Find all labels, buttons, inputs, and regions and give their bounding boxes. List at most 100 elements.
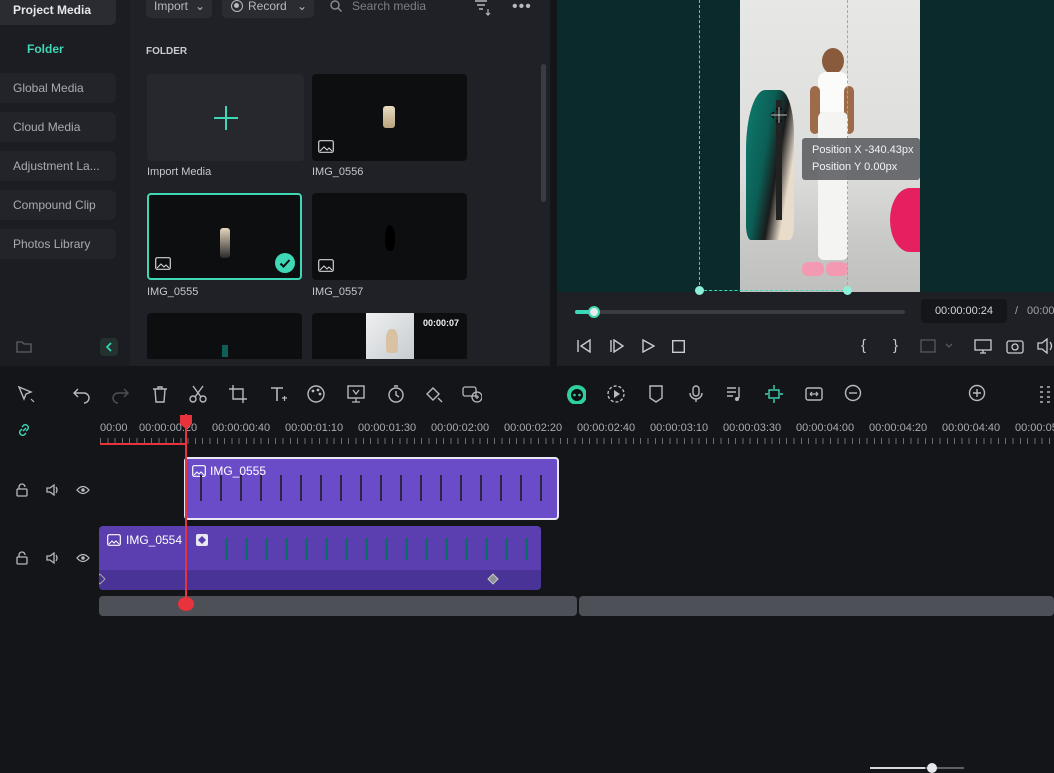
timeline-ruler[interactable]: 00:00 00:00:00:20 00:00:00:40 00:00:01:10 00…: [0, 414, 1054, 446]
media-tile[interactable]: [147, 313, 302, 359]
record-icon: [231, 0, 243, 12]
timeline-clip-bottom[interactable]: [99, 596, 577, 616]
auto-highlight-icon[interactable]: [606, 384, 626, 404]
sidebar-item-project-media[interactable]: Project Media: [0, 0, 116, 25]
delete-icon[interactable]: [150, 384, 170, 404]
position-tooltip: Position X -340.43px Position Y 0.00px: [802, 138, 920, 180]
track-header-video-3: [0, 460, 98, 520]
sidebar-item-photos-library[interactable]: Photos Library: [0, 229, 116, 259]
import-media-tile[interactable]: [147, 74, 304, 161]
stop-icon[interactable]: [672, 340, 685, 353]
collapse-sidebar-button[interactable]: [100, 338, 118, 356]
move-cursor-icon: [770, 106, 788, 124]
import-label: Import: [154, 0, 189, 13]
music-list-icon[interactable]: [724, 384, 744, 404]
text-icon[interactable]: [268, 384, 288, 404]
media-tile-img-0557[interactable]: [312, 193, 467, 280]
image-icon: [318, 140, 334, 153]
played-range: [100, 443, 186, 445]
playback-progress-track[interactable]: [575, 306, 905, 318]
time-separator: /: [1015, 305, 1019, 317]
keyframe-marker[interactable]: [99, 573, 106, 585]
zoom-out-icon[interactable]: [844, 384, 864, 404]
keyframe-marker[interactable]: [487, 573, 499, 585]
media-tile-img-0555[interactable]: [147, 193, 302, 280]
snap-icon[interactable]: [764, 384, 784, 404]
audio-icon[interactable]: [46, 551, 61, 565]
search-box[interactable]: Search media: [328, 0, 458, 18]
zoom-slider[interactable]: [870, 763, 964, 773]
audio-icon[interactable]: [46, 483, 61, 497]
link-icon[interactable]: [16, 422, 32, 438]
speed-timer-icon[interactable]: [386, 384, 406, 404]
thumbnail-figure: [385, 225, 395, 251]
color-palette-icon[interactable]: [306, 384, 326, 404]
timeline-playhead[interactable]: [185, 414, 187, 608]
snapshot-icon[interactable]: [1006, 338, 1024, 354]
lock-icon[interactable]: [16, 483, 28, 497]
sidebar-item-folder[interactable]: Folder: [0, 34, 116, 64]
clip-keyframe-lane: [99, 570, 541, 590]
record-dropdown[interactable]: Record ⌄: [222, 0, 314, 18]
playhead-bottom-handle[interactable]: [178, 597, 194, 611]
mark-out-icon[interactable]: }: [893, 337, 898, 354]
timeline-clip-img-0555[interactable]: IMG_0555: [184, 457, 559, 520]
timeline-clip-img-0554[interactable]: IMG_0554: [99, 526, 541, 590]
timeline-clip-bottom[interactable]: [579, 596, 1054, 616]
guide-line: [699, 0, 700, 290]
sidebar-item-global-media[interactable]: Global Media: [0, 73, 116, 103]
redo-icon[interactable]: [110, 384, 130, 404]
mark-in-icon[interactable]: {: [861, 337, 866, 354]
undo-icon[interactable]: [72, 384, 92, 404]
crop-icon[interactable]: [228, 384, 248, 404]
next-frame-icon[interactable]: [609, 339, 625, 353]
import-dropdown[interactable]: Import ⌄: [146, 0, 212, 18]
timeline-grid-icon[interactable]: [1038, 384, 1054, 404]
new-folder-icon[interactable]: [16, 339, 32, 353]
ruler-tick-label: 00:00:03:10: [650, 422, 709, 434]
select-tool-icon[interactable]: [16, 384, 36, 404]
eye-icon[interactable]: [76, 484, 90, 496]
media-panel: Import ⌄ Record ⌄ Search media ••• FOLDE…: [130, 0, 550, 366]
eye-icon[interactable]: [76, 552, 90, 564]
media-scrollbar[interactable]: [541, 64, 546, 202]
ruler-tick-label: 00:00:01:10: [285, 422, 344, 434]
media-tile-video[interactable]: 00:00:07: [312, 313, 467, 359]
play-icon[interactable]: [641, 339, 655, 353]
ruler-tick-label: 00:00: [100, 422, 128, 434]
more-options-icon[interactable]: •••: [512, 0, 532, 16]
clip-thumbnail-strip: [186, 475, 557, 501]
volume-icon[interactable]: [1037, 338, 1054, 354]
playhead-handle-icon[interactable]: [179, 414, 193, 430]
split-icon[interactable]: [188, 384, 208, 404]
lock-icon[interactable]: [16, 551, 28, 565]
playhead-knob[interactable]: [587, 306, 600, 318]
keyframe-icon[interactable]: [424, 384, 444, 404]
fit-timeline-icon[interactable]: [804, 384, 824, 404]
media-tile-img-0556[interactable]: [312, 74, 467, 161]
render-dropdown-icon[interactable]: [920, 339, 954, 353]
zoom-in-icon[interactable]: [968, 384, 988, 404]
sidebar-item-adjustment-layer[interactable]: Adjustment La...: [0, 151, 116, 181]
sidebar-item-compound-clip[interactable]: Compound Clip: [0, 190, 116, 220]
zoom-slider-knob[interactable]: [926, 763, 937, 773]
search-input[interactable]: Search media: [352, 0, 426, 18]
microphone-icon[interactable]: [686, 384, 706, 404]
total-time: 00:00: [1027, 305, 1054, 317]
filter-icon[interactable]: [474, 0, 492, 16]
clip-thumbnail-strip: [211, 538, 541, 560]
display-icon[interactable]: [974, 339, 992, 354]
position-y-readout: Position Y 0.00px: [812, 161, 898, 173]
sidebar-item-cloud-media[interactable]: Cloud Media: [0, 112, 116, 142]
marker-icon[interactable]: [646, 384, 666, 404]
folder-heading: FOLDER: [146, 46, 188, 57]
audio-sync-icon[interactable]: [462, 384, 482, 404]
transform-handle[interactable]: [843, 286, 852, 295]
ai-cutout-icon[interactable]: [346, 384, 366, 404]
ai-assistant-icon[interactable]: [566, 384, 586, 404]
preview-viewer[interactable]: Position X -340.43px Position Y 0.00px: [557, 0, 1054, 295]
transform-handle[interactable]: [695, 286, 704, 295]
image-icon: [318, 259, 334, 272]
thumbnail-figure: [222, 345, 228, 357]
previous-frame-icon[interactable]: [576, 339, 592, 353]
